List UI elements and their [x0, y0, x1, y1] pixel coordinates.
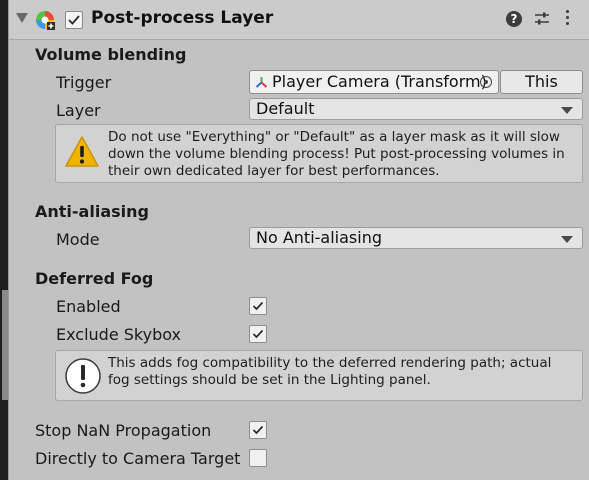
deferred-fog-heading: Deferred Fog — [35, 269, 154, 288]
trigger-value: Player Camera (Transform) — [272, 72, 487, 91]
fog-enabled-checkbox[interactable] — [249, 297, 267, 315]
layer-label: Layer — [56, 101, 101, 120]
help-icon[interactable]: ? — [506, 11, 522, 27]
warning-icon — [65, 136, 99, 167]
mode-value: No Anti-aliasing — [256, 228, 382, 247]
checkmark-icon — [68, 15, 80, 25]
direct-to-camera-label: Directly to Camera Target — [35, 449, 241, 468]
presets-icon[interactable] — [534, 11, 550, 27]
transform-icon — [255, 77, 268, 88]
layer-dropdown[interactable]: Default — [249, 98, 583, 120]
checkmark-icon — [252, 425, 264, 435]
fog-info-box: This adds fog compatibility to the defer… — [55, 350, 583, 401]
foldout-arrow-icon[interactable] — [16, 13, 28, 23]
trigger-object-field[interactable]: Player Camera (Transform) — [249, 70, 499, 94]
layer-warning-box: Do not use "Everything" or "Default" as … — [55, 124, 583, 183]
exclude-skybox-label: Exclude Skybox — [56, 325, 182, 344]
volume-blending-heading: Volume blending — [35, 45, 187, 64]
anti-aliasing-mode-dropdown[interactable]: No Anti-aliasing — [249, 227, 583, 249]
left-edge — [0, 0, 8, 480]
this-button[interactable]: This — [500, 70, 583, 94]
component-enabled-checkbox[interactable] — [65, 11, 83, 29]
layer-value: Default — [256, 99, 315, 118]
stop-nan-checkbox[interactable] — [249, 421, 267, 439]
dropdown-arrow-icon — [561, 107, 573, 114]
dropdown-arrow-icon — [561, 236, 573, 243]
exclude-skybox-checkbox[interactable] — [249, 325, 267, 343]
kebab-menu-icon[interactable] — [565, 10, 571, 28]
trigger-label: Trigger — [56, 73, 112, 92]
stop-nan-label: Stop NaN Propagation — [35, 421, 212, 440]
checkmark-icon — [252, 301, 264, 311]
checkmark-icon — [252, 329, 264, 339]
fog-info-text: This adds fog compatibility to the defer… — [108, 355, 552, 388]
direct-to-camera-checkbox[interactable] — [249, 449, 267, 467]
anti-aliasing-heading: Anti-aliasing — [35, 202, 149, 221]
component-title: Post-process Layer — [91, 8, 274, 28]
post-process-layer-inspector: Post-process Layer ? Volume blending Tri… — [8, 0, 589, 480]
fog-enabled-label: Enabled — [56, 297, 121, 316]
object-picker-icon[interactable] — [480, 76, 492, 88]
mode-label: Mode — [56, 230, 100, 249]
post-process-layer-icon — [36, 11, 55, 30]
info-icon — [65, 358, 101, 394]
layer-warning-text: Do not use "Everything" or "Default" as … — [108, 129, 565, 179]
component-header[interactable]: Post-process Layer ? — [9, 0, 589, 40]
